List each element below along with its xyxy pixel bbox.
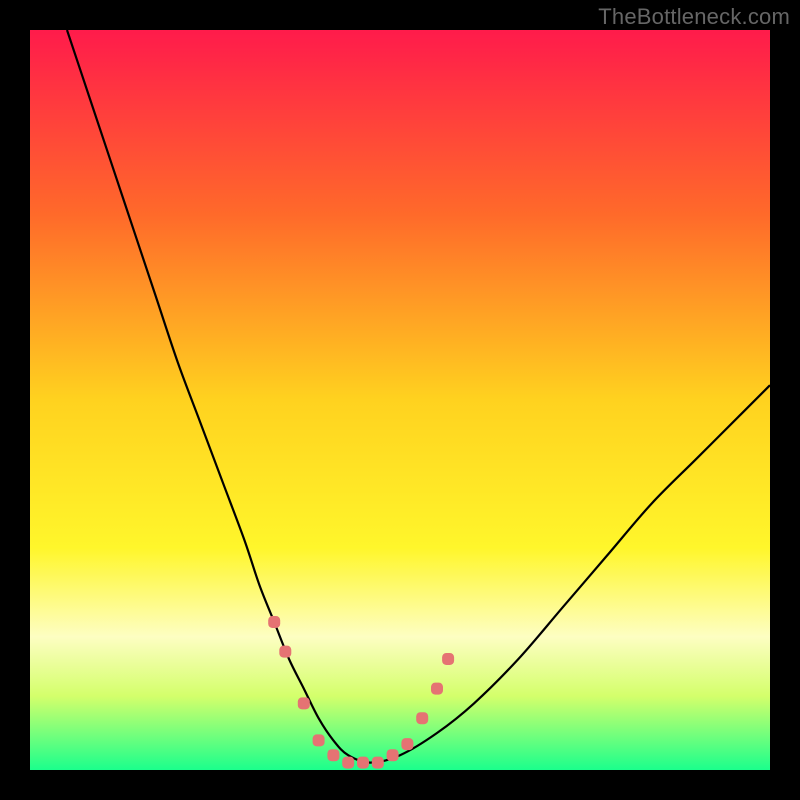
plot-area [30, 30, 770, 770]
trough-marker [268, 616, 280, 628]
trough-marker [342, 757, 354, 769]
trough-marker [298, 697, 310, 709]
chart-frame: TheBottleneck.com [0, 0, 800, 800]
trough-marker [387, 749, 399, 761]
trough-marker [401, 738, 413, 750]
trough-marker [313, 734, 325, 746]
trough-marker [357, 757, 369, 769]
watermark-text: TheBottleneck.com [598, 4, 790, 30]
gradient-background [30, 30, 770, 770]
trough-marker [442, 653, 454, 665]
trough-marker [431, 683, 443, 695]
bottleneck-chart [30, 30, 770, 770]
trough-marker [416, 712, 428, 724]
trough-marker [372, 757, 384, 769]
trough-marker [279, 646, 291, 658]
trough-marker [327, 749, 339, 761]
